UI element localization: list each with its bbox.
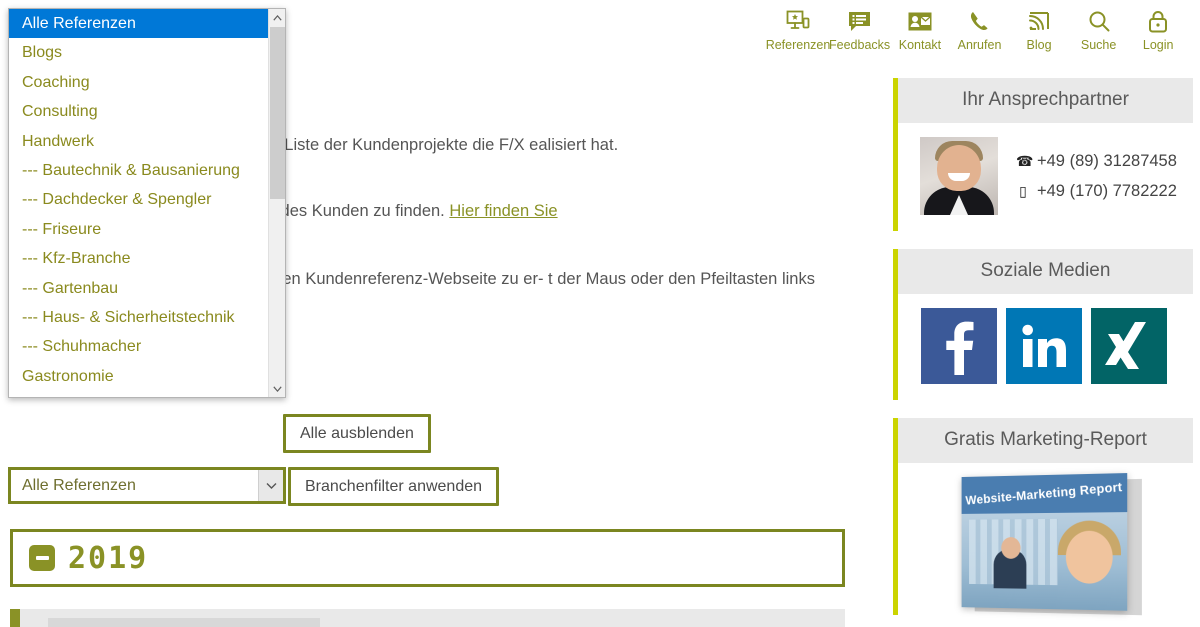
contact-card-icon — [907, 8, 933, 34]
linkedin-icon[interactable] — [1006, 308, 1082, 384]
dropdown-option[interactable]: Coaching — [9, 68, 268, 97]
dropdown-option[interactable]: Alle Referenzen — [9, 9, 268, 39]
main-content: en gend und nach Jahren gruppiert eine L… — [0, 8, 860, 627]
top-navigation: Referenzen Feedbacks Kontakt Anrufen Blo… — [755, 0, 1200, 62]
nav-label: Feedbacks — [829, 38, 891, 52]
lock-icon — [1145, 8, 1171, 34]
mobile-number: +49 (170) 7782222 — [1037, 182, 1177, 200]
branch-filter-value: Alle Referenzen — [22, 476, 136, 494]
year-accordion-header-2019[interactable]: 2019 — [10, 529, 845, 587]
dropdown-option[interactable]: Gastronomie — [9, 362, 268, 391]
dropdown-option[interactable]: Consulting — [9, 97, 268, 126]
nav-item-referenzen[interactable]: Referenzen — [765, 8, 831, 52]
widget-ansprechpartner: Ihr Ansprechpartner ☎ +49 (89) 31287458 … — [893, 78, 1193, 231]
apply-branch-filter-button[interactable]: Branchenfilter anwenden — [288, 467, 500, 507]
phone-number: +49 (89) 31287458 — [1037, 152, 1177, 170]
chevron-down-icon[interactable] — [258, 470, 283, 501]
nav-label: Kontakt — [898, 38, 942, 52]
nav-item-login[interactable]: Login — [1128, 8, 1188, 52]
report-cover-title: Website-Marketing Report — [964, 479, 1123, 508]
nav-label: Blog — [1026, 38, 1052, 52]
report-cover-image[interactable]: Website-Marketing Report — [961, 473, 1142, 617]
nav-label: Anrufen — [957, 38, 1002, 52]
comment-list-icon — [847, 8, 873, 34]
widget-heading: Gratis Marketing-Report — [898, 418, 1193, 463]
phone-icon: ☎ — [1016, 153, 1034, 169]
dropdown-option[interactable]: --- Friseure — [9, 215, 268, 244]
search-icon — [1086, 8, 1112, 34]
dropdown-option[interactable]: --- Gartenbau — [9, 274, 268, 303]
reference-card[interactable]: Gemeinde Vierkirchen Gemeinde Vierkirche… — [10, 609, 845, 627]
scrollbar-thumb[interactable] — [270, 27, 285, 199]
reference-card-body: Gemeinde Vierkirchen Ultra-moderne Websi… — [320, 609, 845, 627]
report-title-band: Website-Marketing Report — [961, 473, 1127, 514]
hide-all-button[interactable]: Alle ausblenden — [283, 414, 431, 454]
avatar — [920, 137, 998, 215]
nav-item-feedbacks[interactable]: Feedbacks — [829, 8, 890, 52]
social-links — [898, 308, 1193, 384]
feedback-link[interactable]: Hier finden Sie — [449, 202, 557, 220]
rss-cast-icon — [1026, 8, 1052, 34]
widget-heading: Soziale Medien — [898, 249, 1193, 294]
dropdown-option[interactable]: Blogs — [9, 38, 268, 67]
right-sidebar: Ihr Ansprechpartner ☎ +49 (89) 31287458 … — [893, 78, 1193, 627]
scroll-down-icon[interactable] — [269, 380, 285, 397]
nav-label: Suche — [1080, 38, 1117, 52]
dropdown-option[interactable]: Handwerk — [9, 127, 268, 156]
dropdown-option[interactable]: --- Bautechnik & Bausanierung — [9, 156, 268, 185]
mobile-icon: ▯ — [1019, 183, 1027, 199]
phone-line[interactable]: ☎ +49 (89) 31287458 — [1016, 146, 1177, 176]
widget-marketing-report: Gratis Marketing-Report Website-Marketin… — [893, 418, 1193, 617]
nav-label: Login — [1142, 38, 1174, 52]
contact-row: ☎ +49 (89) 31287458 ▯ +49 (170) 7782222 — [898, 137, 1193, 215]
branch-filter-select[interactable]: Alle Referenzen — [8, 467, 286, 504]
year-label: 2019 — [68, 540, 149, 576]
widget-soziale-medien: Soziale Medien — [893, 249, 1193, 400]
dropdown-option[interactable]: --- Haus- & Sicherheitstechnik — [9, 303, 268, 332]
dropdown-option[interactable]: --- Schuhmacher — [9, 332, 268, 361]
nav-item-blog[interactable]: Blog — [1009, 8, 1069, 52]
page-root: Referenzen Feedbacks Kontakt Anrufen Blo… — [0, 0, 1200, 627]
report-front-cover: Website-Marketing Report — [961, 473, 1127, 611]
widget-body: Website-Marketing Report — [898, 463, 1193, 617]
nav-label: Referenzen — [765, 38, 831, 52]
nav-item-suche[interactable]: Suche — [1069, 8, 1129, 52]
report-cover-photo — [961, 512, 1127, 611]
phone-icon — [967, 8, 993, 34]
dropdown-option[interactable]: --- Dachdecker & Spengler — [9, 185, 268, 214]
dropdown-options-list[interactable]: Alle Referenzen Blogs Coaching Consultin… — [9, 9, 268, 397]
phone-numbers: ☎ +49 (89) 31287458 ▯ +49 (170) 7782222 — [998, 146, 1177, 206]
screen-star-icon — [785, 8, 811, 34]
facebook-icon[interactable] — [921, 308, 997, 384]
widget-body: ☎ +49 (89) 31287458 ▯ +49 (170) 7782222 — [898, 123, 1193, 231]
reference-thumbnail[interactable]: Gemeinde Vierkirchen — [48, 618, 320, 627]
minus-icon[interactable] — [29, 545, 55, 571]
nav-item-anrufen[interactable]: Anrufen — [950, 8, 1010, 52]
xing-icon[interactable] — [1091, 308, 1167, 384]
widget-heading: Ihr Ansprechpartner — [898, 78, 1193, 123]
widget-body — [898, 294, 1193, 400]
scroll-up-icon[interactable] — [269, 9, 285, 26]
branch-filter-dropdown-list[interactable]: Alle Referenzen Blogs Coaching Consultin… — [8, 8, 286, 398]
nav-item-kontakt[interactable]: Kontakt — [890, 8, 950, 52]
dropdown-option[interactable]: --- Kfz-Branche — [9, 244, 268, 273]
reference-title: Gemeinde Vierkirchen — [338, 623, 845, 627]
mobile-line[interactable]: ▯ +49 (170) 7782222 — [1016, 176, 1177, 206]
dropdown-scrollbar[interactable] — [268, 9, 285, 397]
